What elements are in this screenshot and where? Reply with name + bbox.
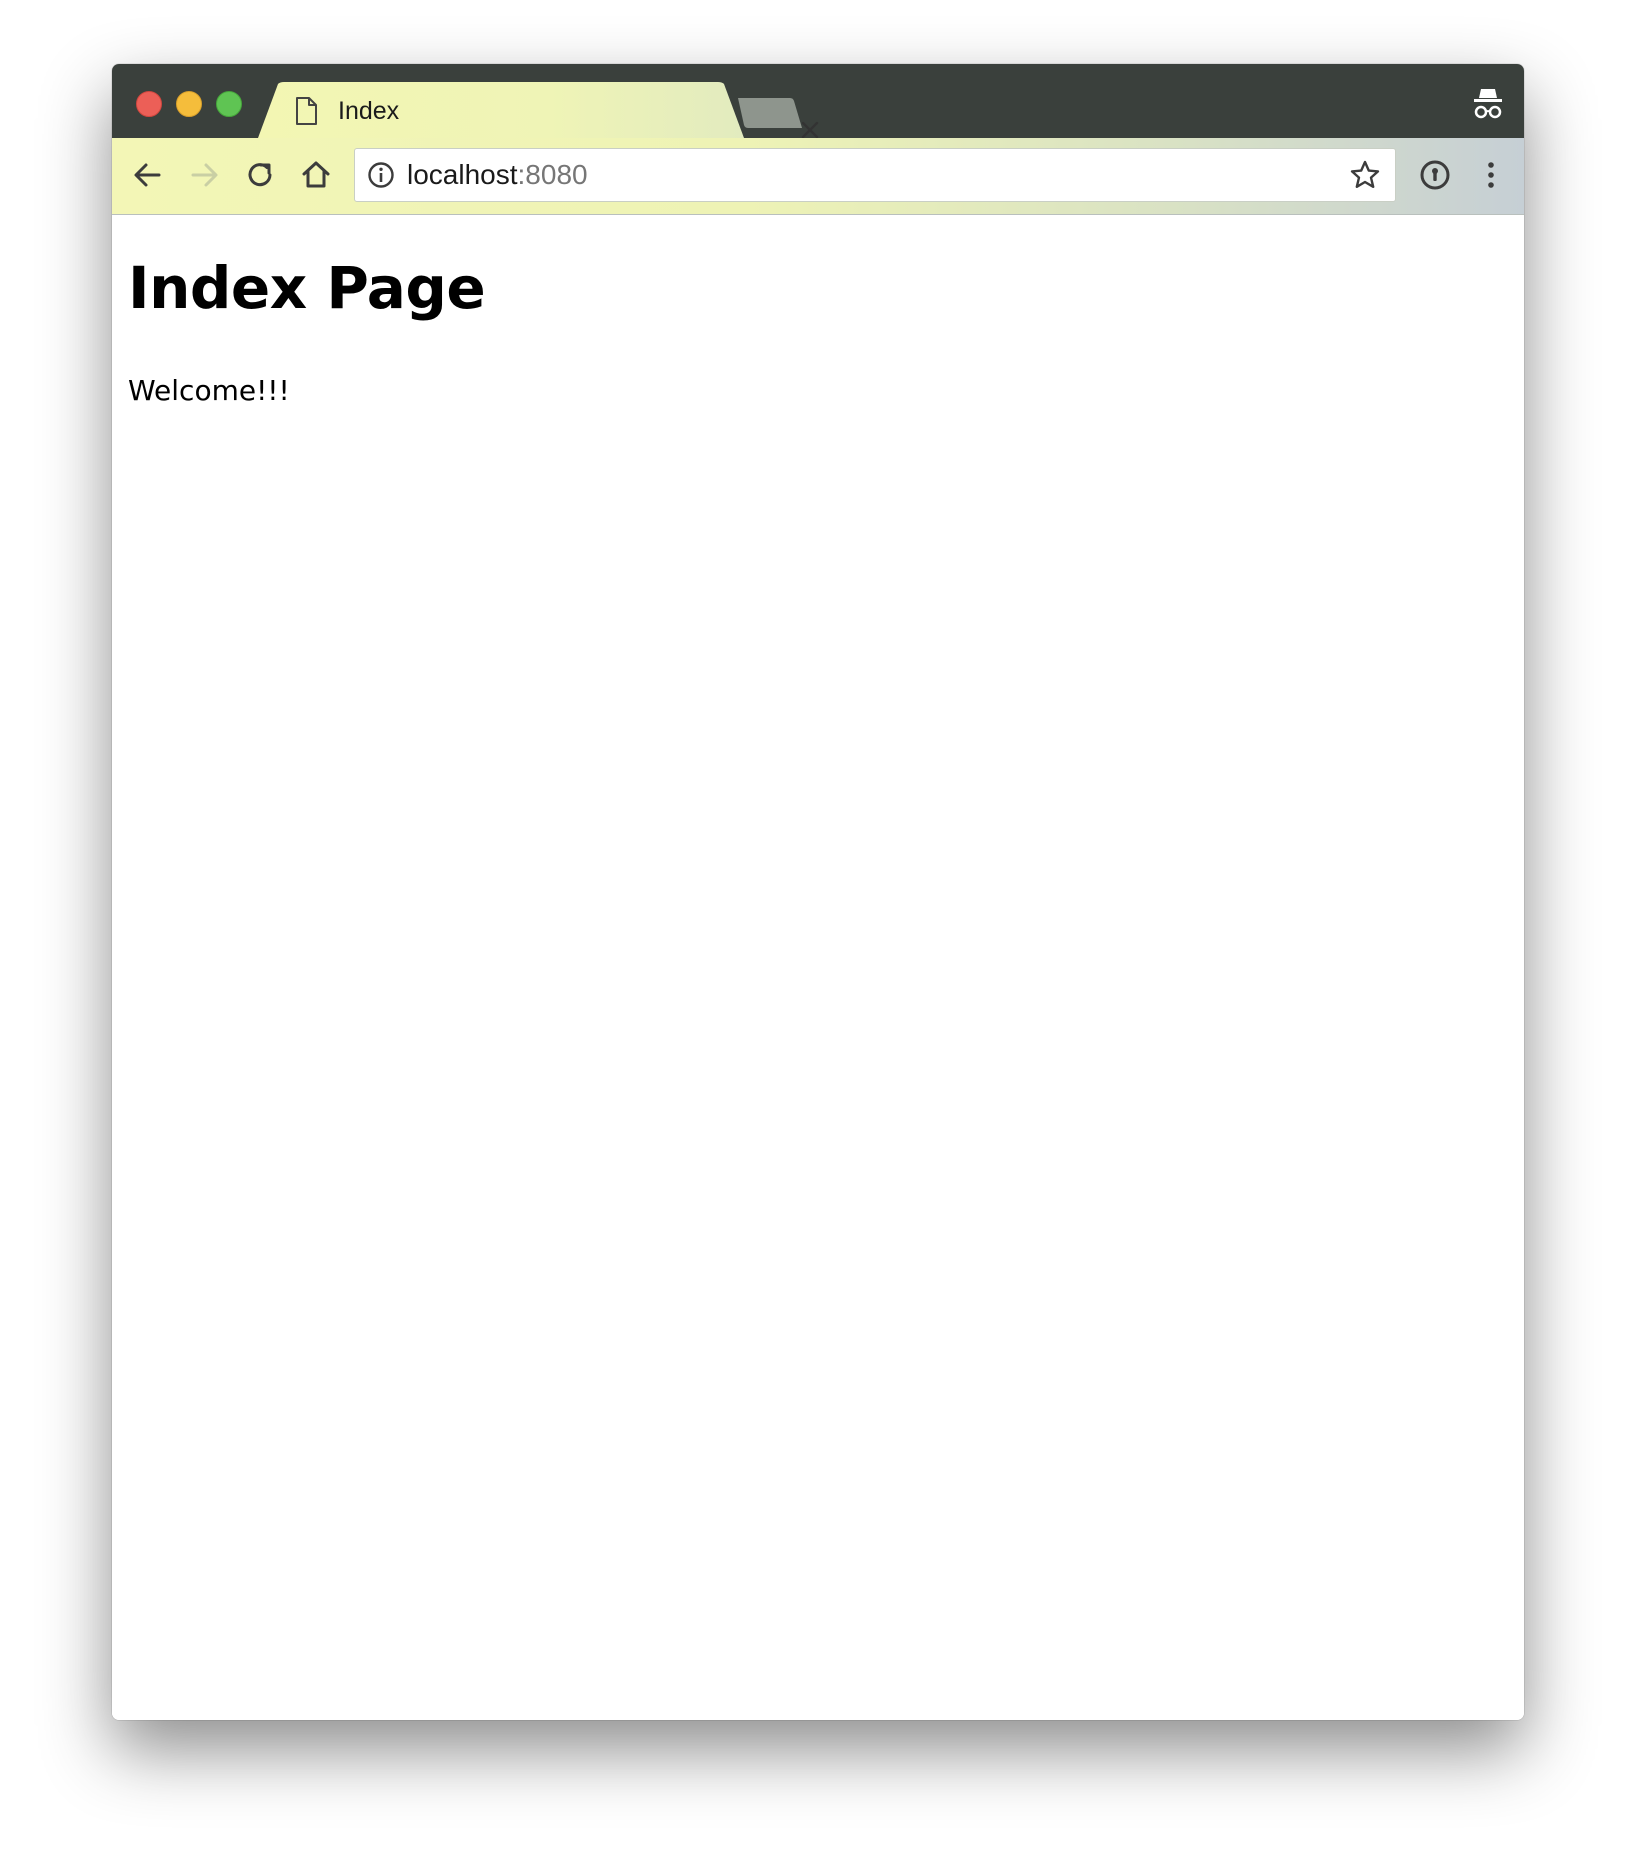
tab-strip: Index xyxy=(112,64,1524,139)
screenshot-stage: Index localhost:8080 Index Page Welcome!… xyxy=(0,0,1632,1876)
window-maximize-button[interactable] xyxy=(216,91,242,117)
back-arrow-icon[interactable] xyxy=(129,156,167,194)
url-host: localhost xyxy=(407,159,518,190)
new-tab-button[interactable] xyxy=(736,98,802,128)
tab-background xyxy=(258,82,744,138)
tab-index[interactable]: Index xyxy=(258,82,819,139)
window-close-button[interactable] xyxy=(136,91,162,117)
browser-toolbar: localhost:8080 xyxy=(112,138,1524,215)
address-bar[interactable]: localhost:8080 xyxy=(354,148,1396,202)
info-icon[interactable] xyxy=(367,161,395,189)
url-port: :8080 xyxy=(517,159,588,190)
home-icon[interactable] xyxy=(297,156,335,194)
more-vert-icon[interactable] xyxy=(1472,156,1510,194)
window-minimize-button[interactable] xyxy=(176,91,202,117)
page-title: Index Page xyxy=(128,254,486,322)
forward-arrow-icon[interactable] xyxy=(185,156,223,194)
welcome-text: Welcome!!! xyxy=(128,374,290,407)
star-icon[interactable] xyxy=(1349,159,1381,191)
reload-icon[interactable] xyxy=(241,156,279,194)
url-text: localhost:8080 xyxy=(407,160,588,190)
browser-window: Index localhost:8080 Index Page Welcome!… xyxy=(112,64,1524,1720)
file-icon xyxy=(296,97,317,125)
tab-title: Index xyxy=(338,97,400,125)
incognito-icon xyxy=(1474,89,1502,119)
password-manager-icon[interactable] xyxy=(1416,156,1454,194)
page-content: Index Page Welcome!!! xyxy=(112,215,1524,1720)
